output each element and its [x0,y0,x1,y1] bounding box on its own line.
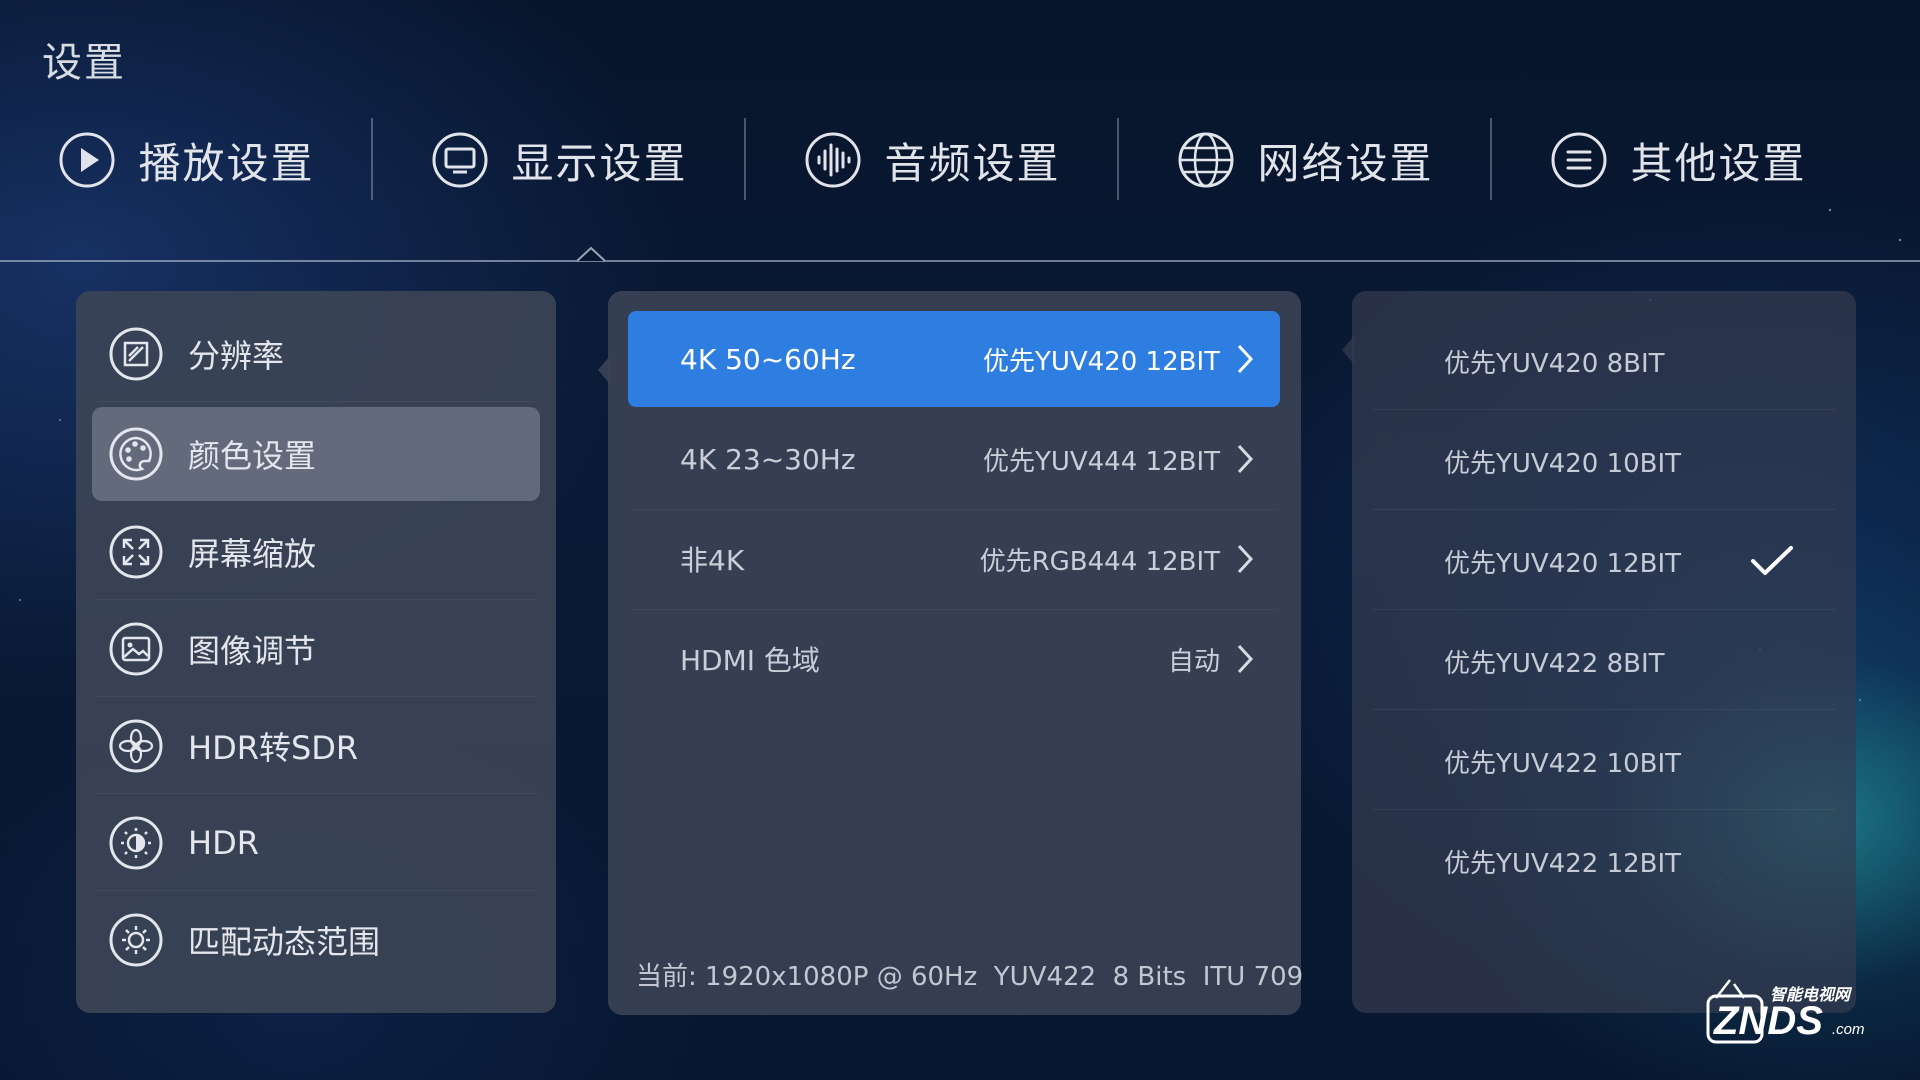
tab-label: 播放设置 [138,138,315,188]
right-choices-panel: 优先YUV420 8BIT 优先YUV420 10BIT 优先YUV420 12… [1352,291,1856,1013]
menu-item-label: 屏幕缩放 [188,535,317,573]
chevron-right-icon [1237,344,1254,374]
globe-icon [1178,132,1234,188]
choice-label: 优先YUV420 12BIT [1444,548,1682,579]
tab-playback[interactable]: 播放设置 [0,108,373,212]
menu-item-label: 颜色设置 [188,437,317,475]
choice-yuv422-10bit[interactable]: 优先YUV422 10BIT [1368,711,1842,811]
menu-lines-icon [1551,132,1607,188]
znds-watermark-logo: 智能电视网 ZNDS .com [1706,979,1865,1044]
page-title: 设置 [42,40,126,86]
choice-label: 优先YUV420 10BIT [1444,448,1682,479]
menu-item-label: 图像调节 [188,632,317,670]
choice-label: 优先YUV422 12BIT [1444,848,1682,879]
watermark-suffix: .com [1832,1021,1865,1038]
menu-item-resolution[interactable]: 分辨率 [92,307,540,401]
choice-label: 优先YUV422 10BIT [1444,748,1682,779]
choice-divider [1372,809,1836,810]
option-hdmi-color-gamut[interactable]: HDMI 色域 自动 [628,611,1280,707]
option-4k-23-30hz[interactable]: 4K 23~30Hz 优先YUV444 12BIT [628,411,1280,507]
option-label: 4K 50~60Hz [680,342,856,376]
image-icon [109,622,163,676]
choice-divider [1372,509,1836,510]
menu-item-label: HDR转SDR [188,729,359,767]
choice-yuv422-12bit[interactable]: 优先YUV422 12BIT [1368,811,1842,911]
menu-item-hdr-to-sdr[interactable]: HDR转SDR [92,699,540,793]
play-icon [59,132,115,188]
menu-item-label: HDR [188,824,259,862]
chevron-right-icon [1237,544,1254,574]
option-value: 自动 [1167,646,1220,677]
option-divider [632,609,1278,610]
menu-divider [96,696,536,697]
tab-label: 网络设置 [1257,138,1434,188]
choice-divider [1372,709,1836,710]
chevron-right-icon [1237,644,1254,674]
resolution-icon [109,327,163,381]
tab-underline [0,260,1920,262]
choice-label: 优先YUV420 8BIT [1444,348,1665,379]
top-tab-bar: 播放设置 显示设置 音频设置 网络设置 其他设置 [0,108,1920,212]
menu-divider [96,401,536,402]
choice-yuv420-12bit[interactable]: 优先YUV420 12BIT [1368,511,1842,611]
option-label: 非4K [680,544,745,577]
tab-label: 音频设置 [884,138,1061,188]
brightness-icon [109,913,163,967]
option-value: 优先YUV420 12BIT [982,346,1220,377]
menu-item-image-adjust[interactable]: 图像调节 [92,602,540,696]
tab-other[interactable]: 其他设置 [1492,108,1865,212]
aperture-icon [109,719,163,773]
menu-item-label: 匹配动态范围 [188,923,381,961]
option-non-4k[interactable]: 非4K 优先RGB444 12BIT [628,511,1280,607]
expand-icon [109,525,163,579]
left-menu-panel: 分辨率 颜色设置 屏幕缩放 图像调节 HDR转SDR HDR 匹配动态范围 [76,291,556,1013]
active-tab-caret [577,246,605,262]
choice-label: 优先YUV422 8BIT [1444,648,1665,679]
menu-item-screen-zoom[interactable]: 屏幕缩放 [92,505,540,599]
choice-yuv420-8bit[interactable]: 优先YUV420 8BIT [1368,311,1842,411]
monitor-icon [432,132,488,188]
menu-item-hdr[interactable]: HDR [92,796,540,890]
menu-divider [96,793,536,794]
menu-item-color-settings[interactable]: 颜色设置 [92,407,540,501]
tab-label: 其他设置 [1630,138,1807,188]
menu-item-match-dynamic-range[interactable]: 匹配动态范围 [92,893,540,987]
choice-divider [1372,609,1836,610]
option-value: 优先RGB444 12BIT [979,546,1220,577]
tab-network[interactable]: 网络设置 [1119,108,1492,212]
menu-divider [96,890,536,891]
option-label: 4K 23~30Hz [680,442,856,476]
current-signal-status: 当前: 1920x1080P @ 60Hz YUV422 8 Bits ITU … [636,962,1304,992]
hdr-icon [109,816,163,870]
tab-label: 显示设置 [511,138,688,188]
middle-options-panel: 4K 50~60Hz 优先YUV420 12BIT 4K 23~30Hz 优先Y… [608,291,1304,1015]
option-value: 优先YUV444 12BIT [982,446,1220,477]
menu-item-label: 分辨率 [188,337,285,375]
option-divider [632,509,1278,510]
option-label: HDMI 色域 [680,644,820,677]
tab-display[interactable]: 显示设置 [373,108,746,212]
menu-divider [96,599,536,600]
choice-yuv420-10bit[interactable]: 优先YUV420 10BIT [1368,411,1842,511]
choice-divider [1372,409,1836,410]
choice-yuv422-8bit[interactable]: 优先YUV422 8BIT [1368,611,1842,711]
option-4k-50-60hz[interactable]: 4K 50~60Hz 优先YUV420 12BIT [628,311,1280,407]
chevron-right-icon [1237,444,1254,474]
palette-icon [109,427,163,481]
checkmark-icon [1751,546,1793,575]
watermark-text: ZNDS [1713,999,1823,1043]
audio-wave-icon [805,132,861,188]
tab-audio[interactable]: 音频设置 [746,108,1119,212]
